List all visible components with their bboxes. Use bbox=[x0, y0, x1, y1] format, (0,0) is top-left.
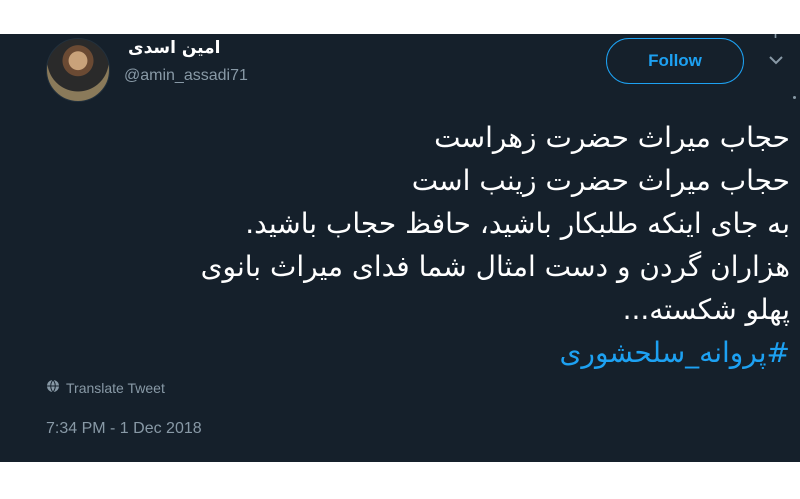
tweet-line: حجاب میراث حضرت زینب است bbox=[411, 164, 790, 197]
translate-label: Translate Tweet bbox=[66, 379, 165, 396]
follow-button[interactable]: Follow bbox=[606, 38, 744, 84]
partial-glyph: ﺍ bbox=[773, 34, 778, 43]
tweet-line: به جای اینکه طلبکار باشید، حافظ حجاب باش… bbox=[245, 207, 790, 240]
author-display-name[interactable]: امین اسدی bbox=[128, 38, 248, 58]
scroll-dot bbox=[793, 96, 796, 99]
tweet-text: حجاب میراث حضرت زهراست حجاب میراث حضرت ز… bbox=[30, 116, 790, 374]
tweet-card: ﺍ امین اسدی @amin_assadi71 Follow حجاب م… bbox=[0, 34, 800, 462]
chevron-down-icon[interactable] bbox=[766, 50, 786, 70]
tweet-timestamp[interactable]: 7:34 PM - 1 Dec 2018 bbox=[46, 420, 202, 438]
translate-tweet-button[interactable]: Translate Tweet bbox=[46, 379, 165, 396]
avatar[interactable] bbox=[46, 38, 110, 102]
globe-icon bbox=[46, 379, 60, 396]
author-handle[interactable]: @amin_assadi71 bbox=[124, 67, 248, 85]
tweet-line: هزاران گردن و دست امثال شما فدای میراث ب… bbox=[200, 250, 790, 283]
tweet-line: پهلو شکسته... bbox=[622, 293, 790, 326]
tweet-line: حجاب میراث حضرت زهراست bbox=[434, 121, 790, 154]
hashtag-link[interactable]: #پروانه_سلحشوری bbox=[30, 331, 791, 374]
